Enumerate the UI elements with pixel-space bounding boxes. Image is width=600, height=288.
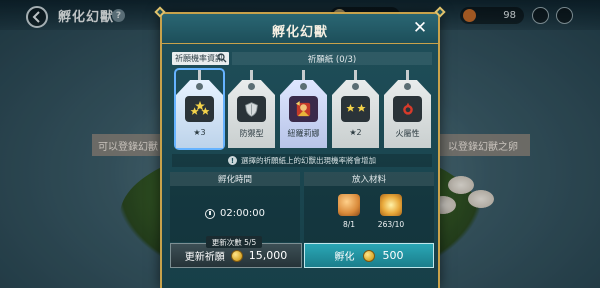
wish-tag[interactable]: 防禦型 xyxy=(228,70,275,148)
refresh-wish-price: 15,000 xyxy=(248,249,288,262)
materials-panel: 放入材料 8/1 263/10 xyxy=(304,172,434,242)
probability-info-label: 祈願機率資訊 xyxy=(175,54,223,63)
clock-icon xyxy=(205,208,216,219)
info-text: 選擇的祈願紙上的幻獸出現機率將會增加 xyxy=(241,156,376,165)
wish-tag[interactable]: ★2 xyxy=(332,70,379,148)
hatch-time-header: 孵化時間 xyxy=(170,172,300,186)
wish-tag[interactable]: 火屬性 xyxy=(384,70,431,148)
tag-hole xyxy=(300,83,307,90)
search-icon xyxy=(217,53,227,63)
egg-material-icon xyxy=(338,194,360,216)
wish-slip-header: 祈願紙 (0/3) xyxy=(232,52,432,65)
tag-label: ★3 xyxy=(193,128,206,137)
info-icon: ! xyxy=(228,156,237,165)
hatch-time-row: 02:00:00 xyxy=(170,208,300,219)
tag-hole xyxy=(196,83,203,90)
gold-coin-icon xyxy=(230,249,243,262)
materials-header: 放入材料 xyxy=(304,172,434,186)
tag-label: 防禦型 xyxy=(239,129,264,138)
close-button[interactable]: ✕ xyxy=(410,18,430,38)
material-item[interactable]: 8/1 xyxy=(334,194,364,229)
fire-element-icon xyxy=(393,96,422,122)
material-count: 8/1 xyxy=(342,220,356,229)
gold-coin-icon xyxy=(362,249,375,262)
tag-label: 紐羅莉娜 xyxy=(287,129,320,138)
wish-tag-list: ★3 防禦型 紐羅莉娜 ★2 火屬性 xyxy=(170,66,434,150)
tag-label: ★2 xyxy=(349,128,362,137)
tag-hole xyxy=(352,83,359,90)
probability-info-button[interactable]: 祈願機率資訊 xyxy=(172,52,229,65)
wish-tag[interactable]: 紐羅莉娜 xyxy=(280,70,327,148)
shield-icon xyxy=(237,96,266,122)
material-count: 263/10 xyxy=(377,220,405,229)
tag-label: 火屬性 xyxy=(395,129,420,138)
tag-hole xyxy=(248,83,255,90)
hatch-time-panel: 孵化時間 02:00:00 xyxy=(170,172,300,242)
hatch-label: 孵化 xyxy=(334,252,355,263)
refresh-wish-label: 更新祈願 xyxy=(184,252,225,263)
dialog-title: 孵化幻獸 xyxy=(271,25,328,40)
wish-tag[interactable]: ★3 xyxy=(176,70,223,148)
material-item[interactable]: 263/10 xyxy=(376,194,406,229)
dialog-header: 孵化幻獸 ✕ xyxy=(162,14,438,44)
tag-hole xyxy=(404,83,411,90)
character-portrait-icon xyxy=(289,96,318,122)
info-notice: ! 選擇的祈願紙上的幻獸出現機率將會增加 xyxy=(172,154,432,167)
two-stars-icon xyxy=(341,96,370,122)
hatch-dialog: 孵化幻獸 ✕ 祈願機率資訊 祈願紙 (0/3) ★3 防禦型 紐羅莉娜 ★2 火… xyxy=(154,6,446,288)
update-count-badge: 更新次數 5/5 xyxy=(206,236,262,248)
hatch-time-value: 02:00:00 xyxy=(220,208,265,219)
star-material-icon xyxy=(380,194,402,216)
hatch-button[interactable]: 孵化 500 xyxy=(304,243,434,268)
three-stars-icon xyxy=(185,96,214,122)
hatch-price: 500 xyxy=(382,249,404,262)
